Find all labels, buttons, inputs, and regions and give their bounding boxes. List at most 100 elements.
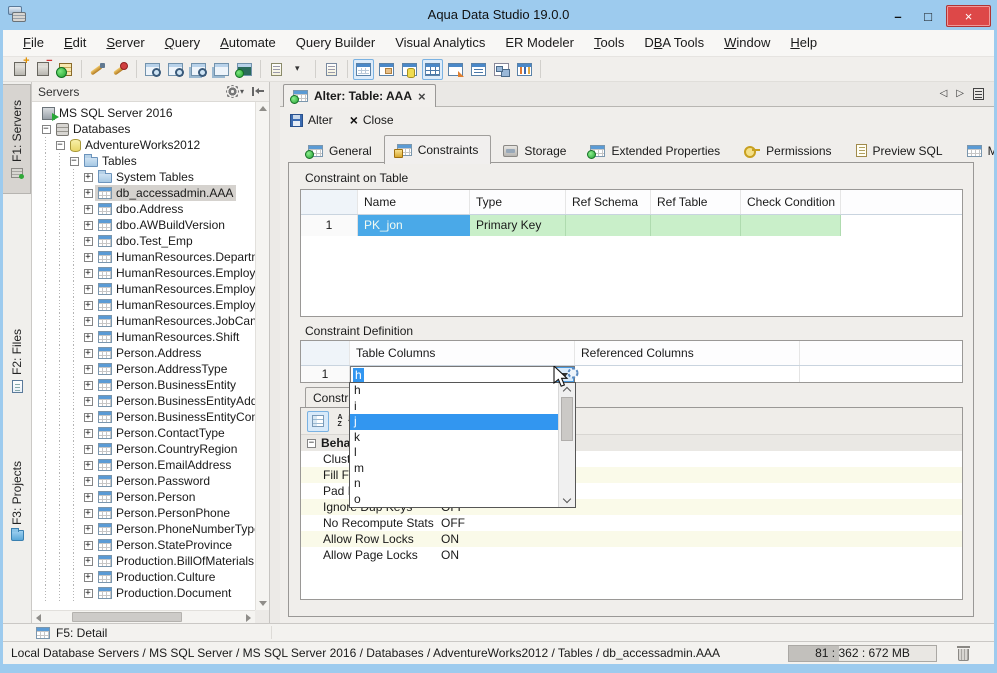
tree-expander[interactable]: + [81, 541, 95, 550]
grid-data-row[interactable]: 1PK_jonPrimary Key [301, 215, 962, 236]
tree-item-humanresources-department[interactable]: +HumanResources.Department [39, 249, 255, 265]
open-document-menu-button[interactable] [289, 59, 310, 80]
view-column-button[interactable] [399, 59, 420, 80]
tree-expander[interactable]: − [39, 125, 53, 134]
tree-expander[interactable]: + [81, 205, 95, 214]
tree-expander[interactable]: + [81, 413, 95, 422]
view-form-button[interactable] [376, 59, 397, 80]
tree-expander[interactable]: + [81, 493, 95, 502]
tab-close-icon[interactable]: × [418, 89, 426, 104]
register-server-button[interactable] [9, 59, 30, 80]
tree-expander[interactable]: + [81, 573, 95, 582]
alter-button[interactable]: Alter [308, 113, 333, 127]
tree-expander[interactable]: + [81, 557, 95, 566]
menu-dba-tools[interactable]: DBA Tools [634, 30, 714, 56]
constraint-cell[interactable] [741, 215, 841, 236]
tree-item-person-personphone[interactable]: +Person.PersonPhone [39, 505, 255, 521]
tree-item-person-address[interactable]: +Person.Address [39, 345, 255, 361]
collapse-icon[interactable]: − [307, 439, 316, 448]
tree-item-db-accessadmin-aaa[interactable]: +db_accessadmin.AAA [39, 185, 255, 201]
close-button[interactable]: × [946, 5, 991, 27]
menu-server[interactable]: Server [96, 30, 154, 56]
tree-expander[interactable]: + [81, 589, 95, 598]
tree-item-person-phonenumbertype[interactable]: +Person.PhoneNumberType [39, 521, 255, 537]
dropdown-item[interactable]: i [350, 399, 558, 415]
dropdown-item[interactable]: n [350, 476, 558, 492]
tab-constraints[interactable]: Constraints [384, 135, 492, 164]
tree-horizontal-scrollbar[interactable] [32, 610, 255, 623]
scrollbar-thumb[interactable] [561, 397, 573, 441]
tree-item-system-tables[interactable]: +System Tables [39, 169, 255, 185]
tree-item-ms-sql-server-2016[interactable]: MS SQL Server 2016 [39, 105, 255, 121]
tab-messages[interactable]: Messages [955, 138, 994, 163]
property-row-no-recompute-stats[interactable]: No Recompute StatsOFF [301, 515, 962, 531]
constraint-cell[interactable]: Primary Key [470, 215, 566, 236]
cleanup-disconnect-button[interactable] [110, 59, 131, 80]
tab-general[interactable]: General [296, 138, 384, 163]
dropdown-scrollbar[interactable] [558, 383, 575, 507]
tree-item-person-businessentitycontact[interactable]: +Person.BusinessEntityContact [39, 409, 255, 425]
query-analyzer-button[interactable] [165, 59, 186, 80]
tab-extended-properties[interactable]: Extended Properties [578, 138, 732, 163]
menu-automate[interactable]: Automate [210, 30, 286, 56]
tree-expander[interactable]: + [81, 397, 95, 406]
tree-expander[interactable]: + [81, 221, 95, 230]
tree-expander[interactable]: + [81, 477, 95, 486]
panel-splitter[interactable] [270, 82, 280, 623]
tree-item-person-person[interactable]: +Person.Person [39, 489, 255, 505]
sidebar-tab-files[interactable]: F2: Files [3, 320, 31, 402]
tree-expander[interactable]: + [81, 365, 95, 374]
menu-window[interactable]: Window [714, 30, 780, 56]
tree-expander[interactable]: + [81, 269, 95, 278]
script-document-button[interactable] [321, 59, 342, 80]
menu-edit[interactable]: Edit [54, 30, 96, 56]
tree-item-person-contacttype[interactable]: +Person.ContactType [39, 425, 255, 441]
tab-storage[interactable]: Storage [491, 138, 578, 163]
tree-expander[interactable]: + [81, 429, 95, 438]
tree-item-production-billofmaterials[interactable]: +Production.BillOfMaterials [39, 553, 255, 569]
tree-expander[interactable]: + [81, 445, 95, 454]
tab-permissions[interactable]: Permissions [732, 138, 843, 163]
property-row-allow-row-locks[interactable]: Allow Row LocksON [301, 531, 962, 547]
referenced-columns-cell[interactable] [575, 366, 800, 383]
scroll-down-icon[interactable] [563, 495, 571, 503]
open-document-button[interactable] [266, 59, 287, 80]
tree-vertical-scrollbar[interactable] [255, 102, 269, 610]
view-datagrid-button[interactable] [353, 59, 374, 80]
schema-browser-button[interactable] [142, 59, 163, 80]
tree-item-production-document[interactable]: +Production.Document [39, 585, 255, 601]
scroll-left-icon[interactable] [36, 614, 41, 622]
tree-expander[interactable]: + [81, 189, 95, 198]
tree-expander[interactable]: + [81, 381, 95, 390]
minimize-button[interactable]: – [886, 6, 910, 26]
menu-query[interactable]: Query [155, 30, 210, 56]
dropdown-item[interactable]: k [350, 430, 558, 446]
detail-bar[interactable]: F5: Detail [3, 623, 994, 641]
sidebar-tab-servers[interactable]: F1: Servers [3, 84, 31, 194]
tree-expander[interactable]: − [53, 141, 67, 150]
tree-item-person-businessentity[interactable]: +Person.BusinessEntity [39, 377, 255, 393]
dropdown-item[interactable]: o [350, 492, 558, 508]
document-tab-alter-table[interactable]: Alter: Table: AAA × [283, 84, 436, 107]
constraint-cell[interactable] [566, 215, 651, 236]
menu-visual-analytics[interactable]: Visual Analytics [385, 30, 495, 56]
tree-item-tables[interactable]: −Tables [39, 153, 255, 169]
tree-expander[interactable]: + [81, 461, 95, 470]
tree-item-databases[interactable]: −Databases [39, 121, 255, 137]
constraint-cell[interactable] [651, 215, 741, 236]
view-designer-button[interactable] [445, 59, 466, 80]
menu-er-modeler[interactable]: ER Modeler [495, 30, 584, 56]
query-browser-button[interactable] [188, 59, 209, 80]
tree-expander[interactable]: + [81, 333, 95, 342]
dropdown-item[interactable]: l [350, 445, 558, 461]
prev-tab-icon[interactable]: ◁ [940, 85, 948, 103]
dropdown-item[interactable]: h [350, 383, 558, 399]
memory-gauge[interactable]: 81 : 362 : 672 MB [788, 645, 937, 662]
view-chart-button[interactable] [514, 59, 535, 80]
tree-item-dbo-address[interactable]: +dbo.Address [39, 201, 255, 217]
tree-item-dbo-awbuildversion[interactable]: +dbo.AWBuildVersion [39, 217, 255, 233]
tree-expander[interactable]: + [81, 301, 95, 310]
next-tab-icon[interactable]: ▷ [956, 85, 964, 103]
tree-expander[interactable]: + [81, 317, 95, 326]
categorized-view-button[interactable] [307, 411, 329, 432]
